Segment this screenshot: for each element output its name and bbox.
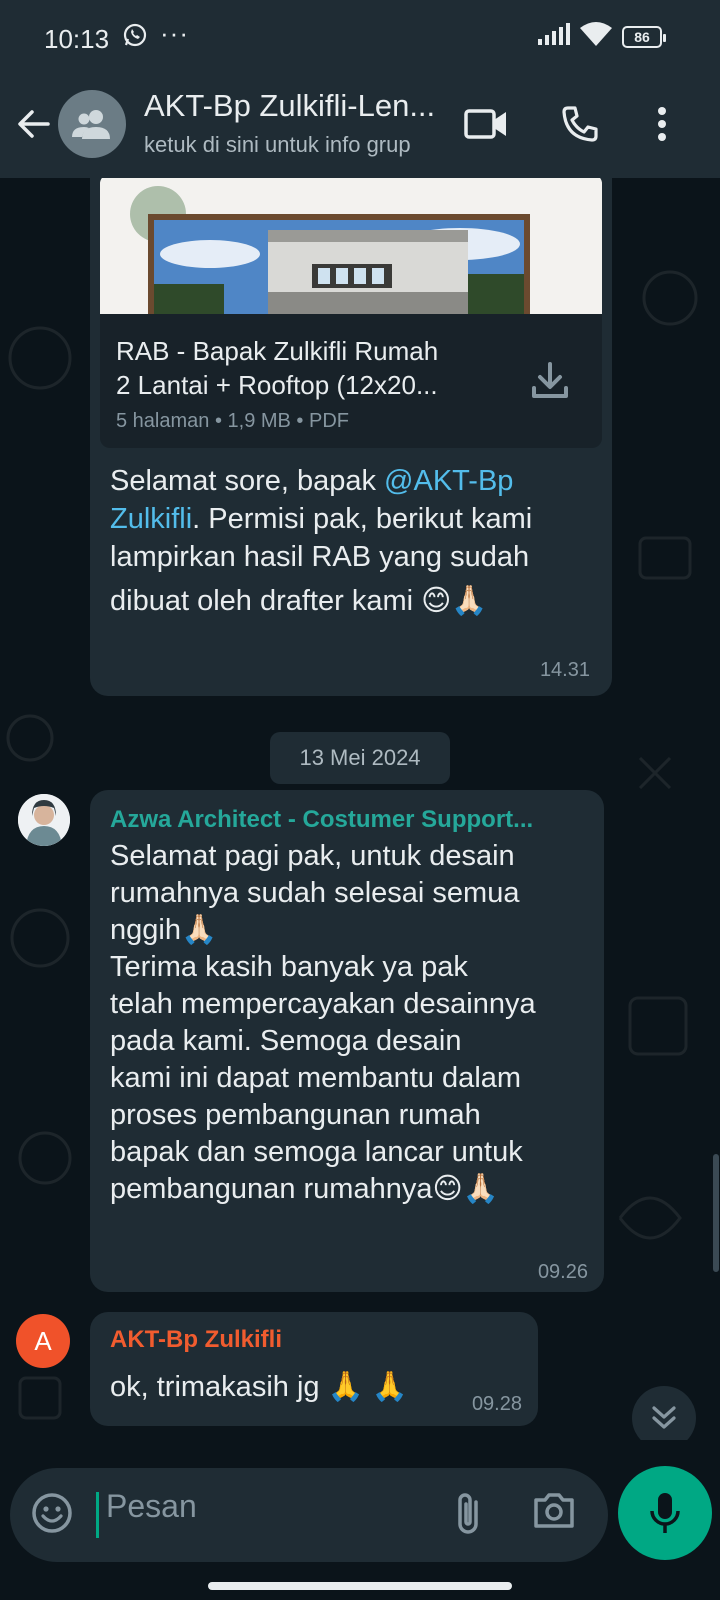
message-text: Selamat pagi pak, untuk desain rumahnya … — [110, 840, 536, 1205]
scrollbar-thumb[interactable] — [713, 1154, 719, 1272]
battery-icon: 86 — [622, 25, 666, 48]
phone-icon[interactable] — [556, 100, 604, 148]
message-input[interactable]: Pesan — [106, 1488, 197, 1525]
chat-header[interactable]: AKT-Bp Zulkifli-Len... ketuk di sini unt… — [0, 72, 720, 178]
chat-area[interactable]: RAB - Bapak Zulkifli Rumah 2 Lantai + Ro… — [0, 178, 720, 1440]
mic-icon[interactable] — [618, 1466, 712, 1560]
chat-subtitle[interactable]: ketuk di sini untuk info grup — [144, 132, 411, 158]
download-icon[interactable] — [528, 358, 572, 402]
chat-title[interactable]: AKT-Bp Zulkifli-Len... — [144, 88, 435, 124]
document-name: RAB - Bapak Zulkifli Rumah 2 Lantai + Ro… — [116, 336, 439, 400]
text-cursor — [96, 1492, 99, 1538]
document-caption: Selamat sore, bapak @AKT-Bp Zulkifli. Pe… — [110, 465, 533, 617]
status-bar: 10:13 ··· 86 — [0, 0, 720, 72]
whatsapp-notification-icon — [122, 22, 148, 53]
group-icon — [72, 110, 110, 139]
message-time: 09.26 — [537, 1261, 588, 1283]
message-composer[interactable]: Pesan — [10, 1468, 608, 1562]
emoji-icon[interactable] — [30, 1491, 78, 1539]
document-meta: 5 halaman • 1,9 MB • PDF — [116, 410, 349, 432]
document-preview-thumbnail[interactable] — [100, 178, 602, 314]
message-text: ok, trimakasih jg 🙏 🙏 — [110, 1371, 408, 1403]
paperclip-icon[interactable] — [446, 1490, 494, 1538]
wifi-icon — [580, 22, 612, 51]
mention-link[interactable]: @AKT-Bp — [384, 465, 513, 497]
arrow-left-icon[interactable] — [14, 104, 54, 144]
more-notifications-icon: ··· — [160, 18, 189, 48]
mention-link[interactable]: Zulkifli — [110, 503, 192, 535]
reply-message-bubble[interactable]: AKT-Bp Zulkifli ok, trimakasih jg 🙏 🙏 09… — [90, 1312, 538, 1426]
video-call-icon[interactable] — [462, 100, 510, 148]
home-indicator[interactable] — [208, 1582, 512, 1590]
status-time: 10:13 — [44, 24, 110, 54]
camera-icon[interactable] — [532, 1490, 580, 1538]
sender-name[interactable]: Azwa Architect - Costumer Support... — [110, 806, 533, 834]
status-indicators: 86 — [538, 22, 666, 51]
message-time: 09.28 — [471, 1393, 522, 1415]
group-avatar[interactable] — [58, 90, 126, 158]
message-time: 14.31 — [539, 659, 590, 681]
support-message-bubble[interactable]: Azwa Architect - Costumer Support... Sel… — [90, 790, 604, 1292]
sender-avatar-letter[interactable]: A — [16, 1314, 70, 1368]
date-divider: 13 Mei 2024 — [270, 732, 450, 784]
sender-avatar[interactable] — [18, 794, 70, 846]
document-info[interactable]: RAB - Bapak Zulkifli Rumah 2 Lantai + Ro… — [100, 314, 602, 448]
sender-name[interactable]: AKT-Bp Zulkifli — [110, 1326, 282, 1354]
more-vert-icon[interactable] — [638, 100, 686, 148]
signal-icon — [538, 23, 570, 50]
document-message-bubble[interactable]: RAB - Bapak Zulkifli Rumah 2 Lantai + Ro… — [90, 178, 612, 696]
